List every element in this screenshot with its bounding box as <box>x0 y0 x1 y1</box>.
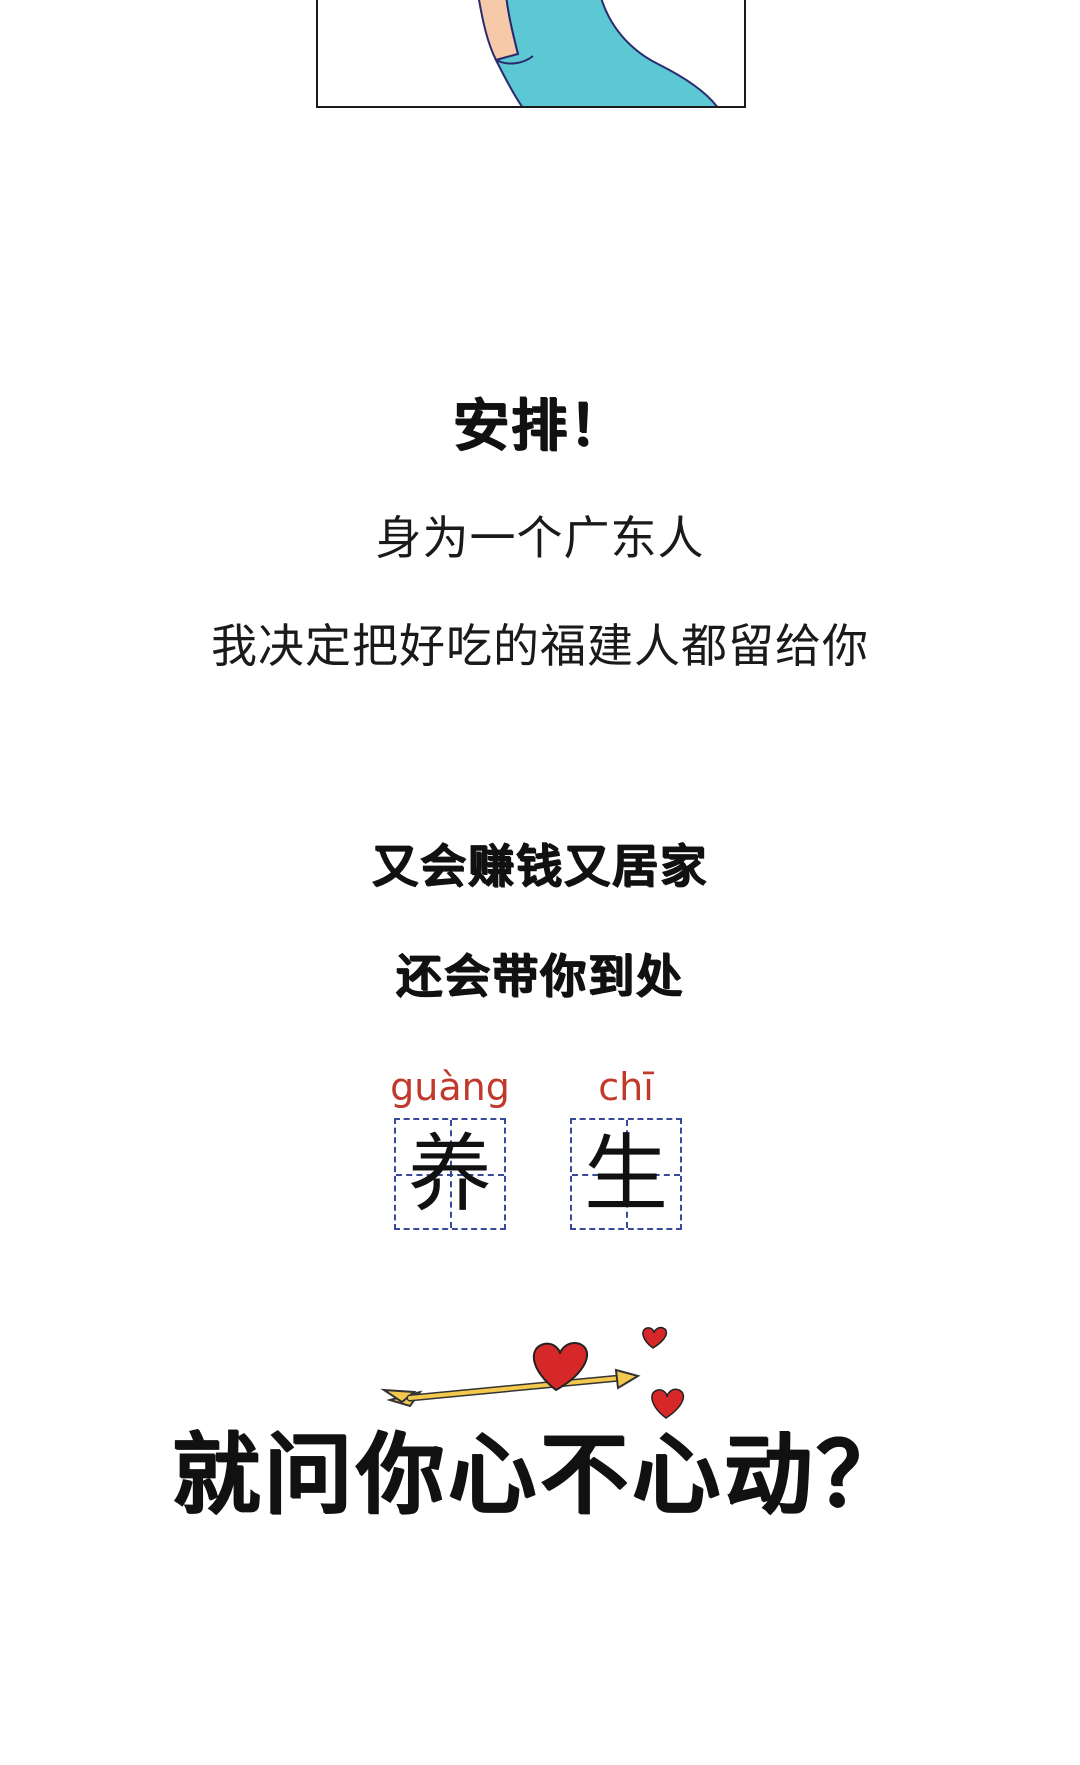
intro-line-2: 我决定把好吃的福建人都留给你 <box>211 619 869 673</box>
arrow-icon <box>380 1368 641 1408</box>
pinyin-card-1: guàng 养 <box>390 1062 510 1230</box>
pinyin-label: guàng <box>390 1065 510 1109</box>
hanzi-character: 生 <box>583 1125 668 1223</box>
finale-question: 就问你心不心动？ <box>171 1423 908 1526</box>
headline: 安排！ <box>453 394 627 459</box>
tianzige-grid: 养 <box>394 1118 506 1230</box>
character-illustration <box>478 0 718 106</box>
tianzige-grid: 生 <box>570 1118 682 1230</box>
comic-panel <box>316 0 746 108</box>
subtitle-line-2: 还会带你到处 <box>396 949 684 1003</box>
pinyin-label: chī <box>598 1065 654 1109</box>
heart-icon <box>642 1326 668 1349</box>
subtitle-line-1: 又会赚钱又居家 <box>372 839 708 893</box>
cupid-arrow-icon <box>380 1326 685 1419</box>
intro-line-1: 身为一个广东人 <box>375 511 705 565</box>
pinyin-card-2: chī 生 <box>566 1062 686 1230</box>
hanzi-character: 养 <box>407 1125 492 1223</box>
heart-icon <box>651 1388 685 1419</box>
